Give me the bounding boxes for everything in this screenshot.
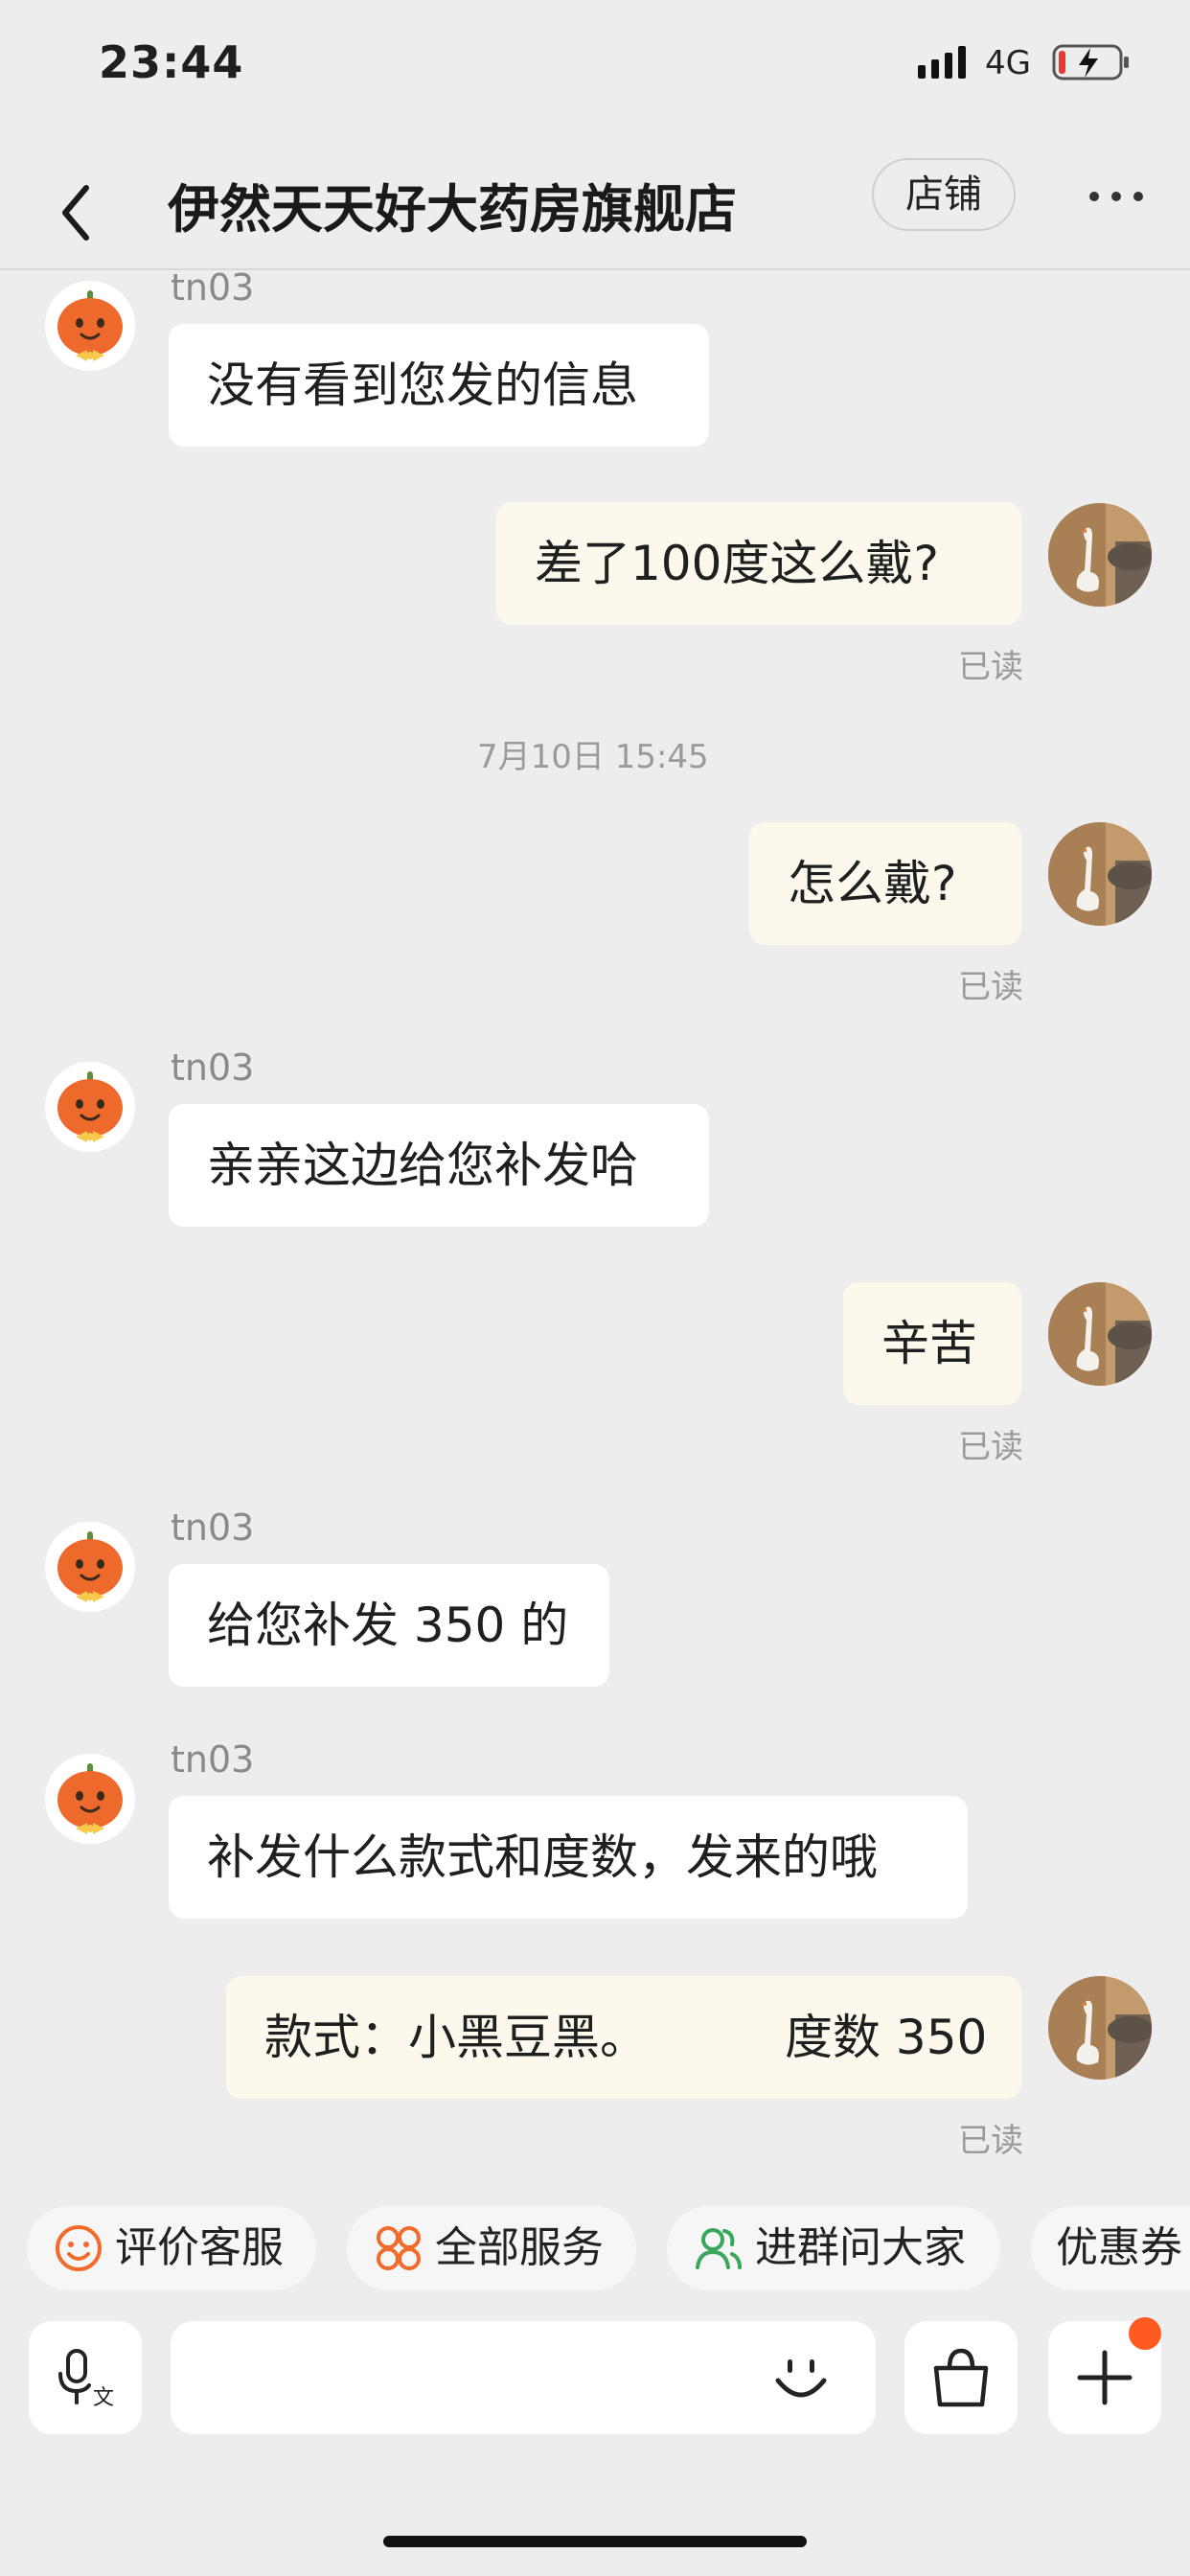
services-icon [377,2226,421,2270]
message-bubble-incoming[interactable]: 给您补发 350 的 [169,1564,609,1687]
status-time: 23:44 [99,36,244,88]
read-receipt: 已读 [958,2122,1023,2160]
message-bubble-outgoing[interactable]: 差了100度这么戴? [496,502,1021,625]
message-bubble-incoming[interactable]: 补发什么款式和度数，发来的哦 [169,1796,968,1919]
read-receipt: 已读 [958,968,1023,1006]
rate-service-chip[interactable]: 评价客服 [27,2206,316,2290]
shop-avatar[interactable] [45,1522,135,1612]
shop-avatar[interactable] [45,1754,135,1844]
message-bubble-incoming[interactable]: 亲亲这边给您补发哈 [169,1104,709,1227]
battery-charging-icon [1052,44,1129,80]
shopping-bag-icon [933,2348,989,2407]
user-avatar[interactable] [1048,1976,1152,2080]
message-bubble-outgoing[interactable]: 辛苦 [843,1282,1021,1405]
signal-icon [918,46,966,79]
shop-avatar[interactable] [45,1062,135,1152]
notification-dot [1129,2317,1161,2350]
group-icon [696,2228,742,2269]
voice-input-button[interactable]: 文 [29,2321,142,2434]
coupon-chip[interactable]: 优惠券 [1031,2206,1190,2290]
chat-header: 伊然天天好大药房旗舰店 店铺 [0,153,1190,270]
plus-icon [1077,2350,1133,2405]
shop-title: 伊然天天好大药房旗舰店 [168,179,737,240]
sender-name: tn03 [171,266,255,309]
chat-timestamp: 7月10日 15:45 [477,738,709,776]
home-indicator [383,2536,807,2547]
chip-label: 评价客服 [115,2223,284,2272]
read-receipt: 已读 [958,648,1023,686]
read-receipt: 已读 [958,1428,1023,1466]
svg-text:文: 文 [93,2386,114,2408]
message-bubble-incoming[interactable]: 没有看到您发的信息 [169,324,709,447]
message-bubble-outgoing[interactable]: 怎么戴? [749,822,1021,945]
user-avatar[interactable] [1048,503,1152,607]
shop-avatar[interactable] [45,281,135,371]
more-icon[interactable] [1083,172,1150,220]
chip-label: 全部服务 [435,2223,604,2272]
sender-name: tn03 [171,1506,255,1549]
all-services-chip[interactable]: 全部服务 [347,2206,636,2290]
sender-name: tn03 [171,1738,255,1781]
product-button[interactable] [904,2321,1018,2434]
network-label: 4G [985,44,1031,82]
microphone-translate-icon: 文 [58,2349,114,2408]
user-avatar[interactable] [1048,1282,1152,1386]
shop-button[interactable]: 店铺 [872,158,1016,231]
chip-label: 进群问大家 [755,2223,966,2272]
smile-icon [56,2225,102,2271]
chip-label: 优惠券 [1056,2223,1182,2272]
message-bubble-outgoing[interactable]: 款式：小黑豆黑。 度数 350 [226,1976,1021,2099]
join-group-chip[interactable]: 进群问大家 [667,2206,1000,2290]
more-actions-button[interactable] [1048,2317,1161,2434]
sender-name: tn03 [171,1046,255,1089]
emoji-icon[interactable] [770,2348,832,2409]
message-input[interactable] [171,2321,876,2434]
back-arrow-icon[interactable] [46,174,103,251]
user-avatar[interactable] [1048,822,1152,926]
